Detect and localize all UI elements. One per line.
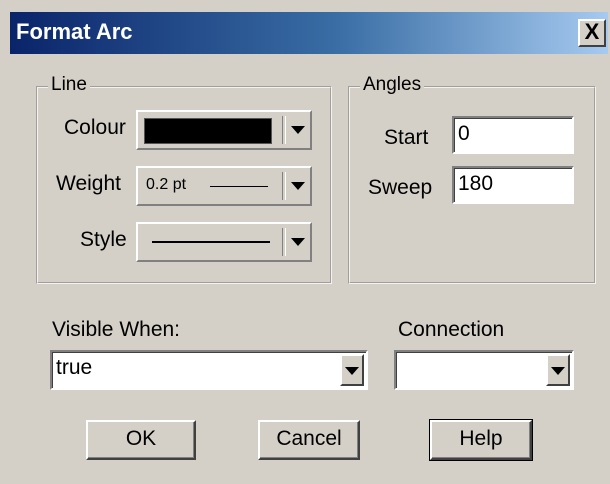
style-line-preview <box>152 241 270 243</box>
sweep-label: Sweep <box>368 176 433 199</box>
chevron-down-icon <box>551 367 565 375</box>
chevron-down-icon[interactable] <box>291 126 305 134</box>
sweep-input[interactable]: 180 <box>452 166 574 204</box>
weight-dropdown[interactable]: 0.2 pt <box>136 166 312 206</box>
visible-when-value: true <box>56 356 93 379</box>
format-arc-dialog: Format Arc X Line Colour Weight 0.2 pt S… <box>0 0 610 484</box>
visible-when-dropdown-button[interactable] <box>340 354 364 386</box>
visible-when-dropdown[interactable]: true <box>50 350 368 390</box>
chevron-down-icon <box>345 367 359 375</box>
connection-label: Connection <box>398 318 505 341</box>
dropdown-separator <box>282 228 286 256</box>
weight-label: Weight <box>56 172 121 195</box>
style-label: Style <box>80 228 127 251</box>
weight-line-preview <box>210 186 268 187</box>
colour-swatch <box>144 118 272 144</box>
close-button[interactable]: X <box>578 19 606 47</box>
visible-when-label: Visible When: <box>52 318 181 341</box>
chevron-down-icon[interactable] <box>291 238 305 246</box>
cancel-button[interactable]: Cancel <box>258 420 360 460</box>
dropdown-separator <box>282 116 286 144</box>
title-bar[interactable]: Format Arc X <box>10 12 608 54</box>
chevron-down-icon[interactable] <box>291 182 305 190</box>
colour-label: Colour <box>64 116 126 139</box>
line-group-legend: Line <box>48 74 90 96</box>
close-icon: X <box>584 19 600 44</box>
style-dropdown[interactable] <box>136 222 312 262</box>
dropdown-separator <box>282 172 286 200</box>
connection-dropdown[interactable] <box>394 350 574 390</box>
weight-value: 0.2 pt <box>146 176 187 193</box>
angles-group-legend: Angles <box>360 74 425 96</box>
colour-dropdown[interactable] <box>136 110 312 150</box>
start-input[interactable]: 0 <box>452 116 574 154</box>
dialog-title: Format Arc <box>16 19 133 44</box>
start-label: Start <box>384 126 429 149</box>
help-button[interactable]: Help <box>429 419 533 461</box>
connection-dropdown-button[interactable] <box>546 354 570 386</box>
ok-button[interactable]: OK <box>86 420 196 460</box>
